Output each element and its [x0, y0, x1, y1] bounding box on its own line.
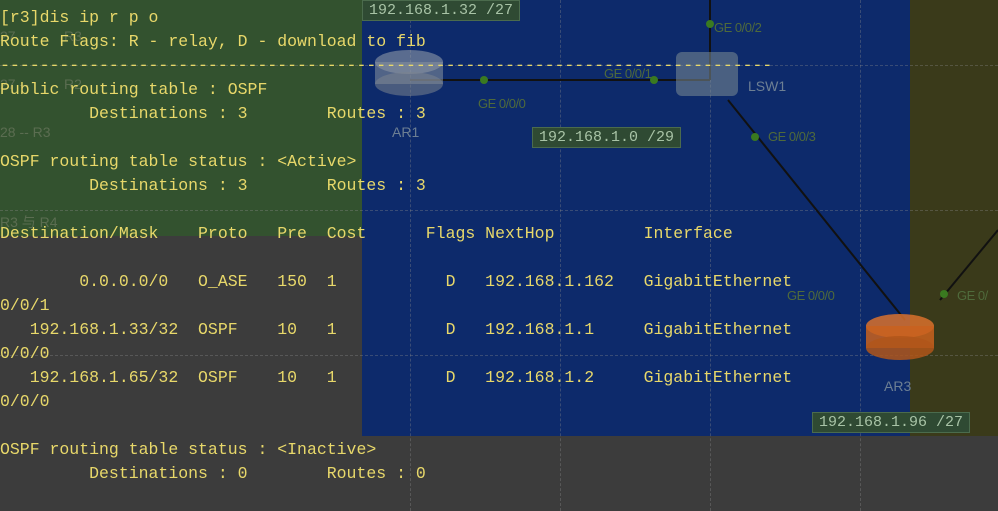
terminal-line: OSPF routing table status : <Inactive> [0, 440, 377, 459]
terminal-line: 0/0/0 [0, 344, 50, 363]
terminal-line: Public routing table : OSPF [0, 80, 268, 99]
terminal-line: 0/0/0 [0, 392, 50, 411]
terminal-line: 192.168.1.65/32 OSPF 10 1 D 192.168.1.2 … [0, 368, 793, 387]
terminal-line: Route Flags: R - relay, D - download to … [0, 32, 426, 51]
terminal-line: Destinations : 3 Routes : 3 [0, 176, 426, 195]
terminal-line: Destinations : 0 Routes : 0 [0, 464, 426, 483]
terminal-line: OSPF routing table status : <Active> [0, 152, 357, 171]
terminal-line: Destination/Mask Proto Pre Cost Flags Ne… [0, 224, 733, 243]
terminal-line: 0/0/1 [0, 296, 50, 315]
terminal-output[interactable]: [r3]dis ip r p o Route Flags: R - relay,… [0, 0, 998, 511]
terminal-line: 0.0.0.0/0 O_ASE 150 1 D 192.168.1.162 Gi… [0, 272, 793, 291]
terminal-line: [r3]dis ip r p o [0, 8, 159, 27]
terminal-line: Destinations : 3 Routes : 3 [0, 104, 426, 123]
terminal-line: 192.168.1.33/32 OSPF 10 1 D 192.168.1.1 … [0, 320, 793, 339]
terminal-line: ----------------------------------------… [0, 56, 773, 75]
